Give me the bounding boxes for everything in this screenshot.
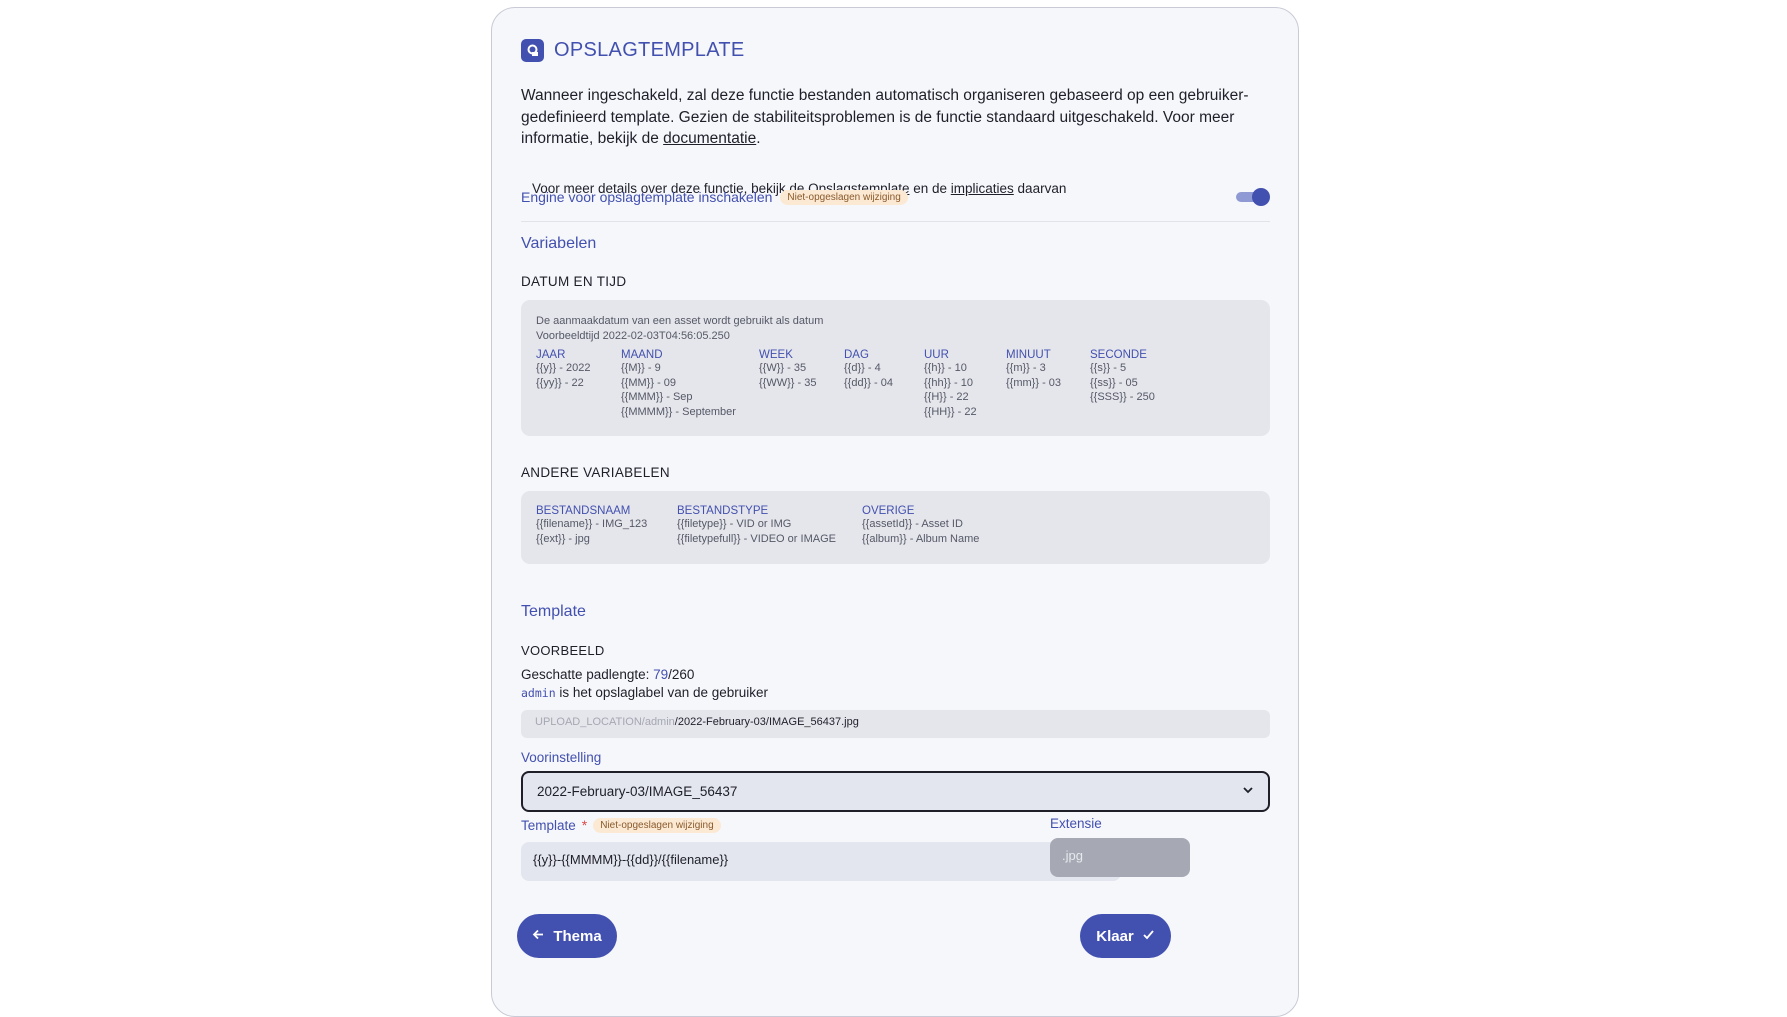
template-label: Template	[521, 817, 576, 833]
template-input[interactable]: {{y}}-{{MMMM}}-{{dd}}/{{filename}}	[521, 842, 1121, 881]
engine-toggle-row: Engine voor opslagtemplate inschakelen N…	[521, 188, 1270, 206]
variable-line: {{h}} - 10	[924, 362, 967, 374]
other-variables-panel: BESTANDSNAAM {{filename}} - IMG_123 {{ext}…	[521, 491, 1270, 564]
variables-section-title: Variabelen	[521, 235, 597, 252]
preset-select[interactable]: 2022-February-03/IMAGE_56437	[521, 771, 1270, 812]
preset-label: Voorinstelling	[521, 750, 602, 765]
other-column: BESTANDSTYPE {{filetype}} - VID or IMG {{f…	[677, 505, 862, 546]
datetime-column: JAAR {{y}} - 2022 {{yy}} - 22	[536, 349, 621, 419]
variable-column-head: JAAR	[536, 349, 566, 361]
variable-line: {{WW}} - 35	[759, 376, 817, 389]
variable-line: {{filetype}} - VID or IMG	[677, 518, 792, 530]
variable-column-head: BESTANDSNAAM	[536, 505, 631, 517]
engine-toggle-switch[interactable]	[1236, 188, 1270, 206]
variable-column-head: DAG	[844, 349, 869, 361]
variable-column-head: MAAND	[621, 349, 663, 361]
other-column: OVERIGE {{assetId}} - Asset ID {{album}} -…	[862, 505, 1062, 546]
done-button[interactable]: Klaar	[1080, 914, 1171, 958]
unsaved-change-badge: Niet-opgeslagen wijziging	[780, 189, 908, 205]
variable-line: {{hh}} - 10	[924, 376, 973, 389]
engine-toggle-label: Engine voor opslagtemplate inschakelen	[521, 189, 773, 205]
variable-column-head: OVERIGE	[862, 505, 915, 517]
storage-template-card: OPSLAGTEMPLATE Wanneer ingeschakeld, zal…	[491, 7, 1299, 1017]
variable-line: {{album}} - Album Name	[862, 532, 980, 545]
path-length-info: Geschatte padlengte: 79/260	[521, 667, 695, 682]
variable-line: {{MM}} - 09	[621, 376, 677, 389]
variable-line: {{d}} - 4	[844, 362, 881, 374]
arrow-left-icon	[532, 928, 545, 945]
variable-line: {{ss}} - 05	[1090, 376, 1138, 389]
card-header: OPSLAGTEMPLATE	[521, 39, 1270, 62]
datetime-column: SECONDE {{s}} - 5 {{ss}} - 05 {{SSS}} - 250	[1090, 349, 1180, 419]
variable-line: {{mm}} - 03	[1006, 376, 1062, 389]
datetime-column: MAAND {{M}} - 9 {{MM}} - 09 {{MMM}} - Sep {{…	[621, 349, 759, 419]
variable-line: {{W}} - 35	[759, 362, 807, 374]
extension-input[interactable]: .jpg	[1050, 838, 1190, 877]
variable-line: {{filename}} - IMG_123	[536, 518, 648, 530]
variable-line: {{M}} - 9	[621, 362, 661, 374]
check-icon	[1142, 928, 1155, 945]
variable-line: {{SSS}} - 250	[1090, 391, 1155, 403]
storage-template-icon	[521, 39, 544, 62]
datetime-column: MINUUT {{m}} - 3 {{mm}} - 03	[1006, 349, 1090, 419]
variable-line: {{filetypefull}} - VIDEO or IMAGE	[677, 532, 836, 545]
other-variables-subtitle: ANDERE VARIABELEN	[521, 465, 670, 480]
back-theme-button[interactable]: Thema	[517, 914, 617, 958]
variable-line: {{m}} - 3	[1006, 362, 1046, 374]
required-mark: *	[581, 817, 588, 833]
variable-column-head: BESTANDSTYPE	[677, 505, 769, 517]
variable-column-head: SECONDE	[1090, 349, 1147, 361]
page-title: OPSLAGTEMPLATE	[554, 39, 745, 61]
other-column: BESTANDSNAAM {{filename}} - IMG_123 {{ext}…	[536, 505, 677, 546]
variable-line: {{s}} - 5	[1090, 362, 1127, 374]
storage-label-user: admin	[521, 686, 556, 700]
variable-line: {{assetId}} - Asset ID	[862, 518, 963, 530]
variable-line: {{HH}} - 22	[924, 405, 977, 418]
variable-column-head: WEEK	[759, 349, 793, 361]
divider	[521, 221, 1270, 222]
datetime-variables-panel: De aanmaakdatum van een asset wordt gebr…	[521, 300, 1270, 436]
path-preview: UPLOAD_LOCATION/admin/2022-February-03/I…	[521, 710, 1270, 738]
storage-label-info: admin is het opslaglabel van de gebruike…	[521, 685, 769, 700]
variable-line: {{dd}} - 04	[844, 376, 893, 389]
preview-subtitle: VOORBEELD	[521, 643, 605, 658]
chevron-down-icon	[1242, 784, 1254, 799]
variable-line: {{H}} - 22	[924, 391, 969, 403]
variable-line: {{y}} - 2022	[536, 362, 591, 374]
variable-line: {{MMMM}} - September	[621, 405, 736, 418]
datetime-subtitle: DATUM EN TIJD	[521, 274, 627, 289]
unsaved-change-badge: Niet-opgeslagen wijziging	[593, 817, 721, 833]
variable-line: {{MMM}} - Sep	[621, 391, 693, 403]
variable-column-head: MINUUT	[1006, 349, 1051, 361]
datetime-column: UUR {{h}} - 10 {{hh}} - 10 {{H}} - 22 {{HH}}…	[924, 349, 1006, 419]
path-length-value: 79	[653, 667, 669, 682]
template-section-title: Template	[521, 603, 586, 620]
variable-line: {{ext}} - jpg	[536, 532, 590, 545]
datetime-column: DAG {{d}} - 4 {{dd}} - 04	[844, 349, 924, 419]
template-field-label-row: Template * Niet-opgeslagen wijziging	[521, 817, 1041, 833]
datetime-column: WEEK {{W}} - 35 {{WW}} - 35	[759, 349, 844, 419]
variable-line: {{yy}} - 22	[536, 376, 584, 389]
variable-column-head: UUR	[924, 349, 949, 361]
intro-text: Wanneer ingeschakeld, zal deze functie b…	[521, 87, 1249, 147]
extension-label: Extensie	[1050, 816, 1102, 831]
documentation-link[interactable]: documentatie	[663, 130, 756, 147]
